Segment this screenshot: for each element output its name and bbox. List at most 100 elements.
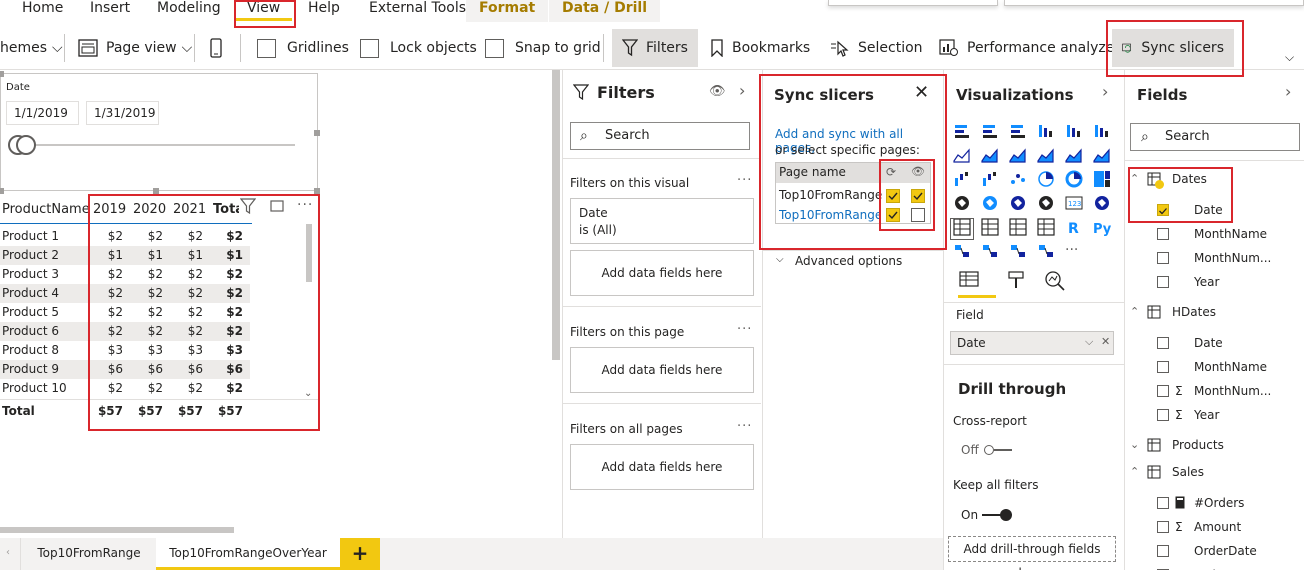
slicer-start-date[interactable]: 1/1/2019 [6,101,79,125]
slider-handle-end[interactable] [16,135,36,155]
field-name[interactable]: #Orders [1194,496,1244,510]
chevron-down-icon[interactable]: ⌵ [776,254,784,265]
remove-field-icon[interactable]: ✕ [1101,335,1110,348]
close-icon[interactable]: ✕ [914,82,929,103]
more-options-icon[interactable]: ··· [737,322,752,337]
field-checkbox[interactable] [1157,228,1169,240]
field-checkbox[interactable] [1157,204,1169,216]
table-row[interactable]: Product 6 $2 $2 $2 $2 [0,322,250,341]
resize-handle[interactable] [314,130,320,136]
more-options-icon[interactable]: ··· [1065,242,1083,260]
sync-checkbox[interactable] [886,189,900,203]
more-options-icon[interactable]: ··· [737,419,752,434]
bookmarks-button[interactable]: Bookmarks [710,36,810,60]
add-report-filter-well[interactable]: Add data fields here [570,444,754,490]
field-checkbox[interactable] [1157,497,1169,509]
key-influencers-icon[interactable] [953,242,971,260]
field-checkbox[interactable] [1157,276,1169,288]
line-chart-icon[interactable] [953,146,971,164]
tab-data-drill[interactable]: Data / Drill [549,0,660,22]
eye-icon[interactable]: 👁 [709,84,726,99]
filters-button[interactable]: Filters [612,29,698,67]
page-tab-top10fromrange[interactable]: Top10FromRange [22,538,156,570]
table-row[interactable]: Product 4 $2 $2 $2 $2 [0,284,250,303]
line-clustered-column-icon[interactable] [1065,146,1083,164]
tab-help[interactable]: Help [300,0,348,22]
resize-handle[interactable] [0,188,4,194]
r-visual-icon[interactable]: R [1065,218,1083,237]
collapse-pane-icon[interactable]: › [739,81,745,100]
lock-objects-checkbox[interactable]: Lock objects [360,36,477,60]
smart-narrative-icon[interactable] [1037,242,1055,260]
resize-handle[interactable] [314,188,320,194]
tab-home[interactable]: Home [14,0,71,22]
keep-filters-toggle[interactable] [982,508,1012,522]
table-name[interactable]: HDates [1172,305,1216,319]
advanced-options[interactable]: Advanced options [795,254,902,268]
add-page-filter-well[interactable]: Add data fields here [570,347,754,393]
line-column-icon[interactable] [1037,146,1055,164]
card-icon[interactable]: 123 [1065,194,1083,212]
snap-to-grid-checkbox[interactable]: Snap to grid [485,36,601,60]
ribbon-chart-icon[interactable] [1093,146,1111,164]
add-page-button[interactable]: + [340,538,380,570]
field-name[interactable]: MonthName [1194,360,1267,374]
gauge-icon[interactable] [1037,194,1055,212]
shape-map-icon[interactable] [1009,194,1027,212]
table-row[interactable]: Product 2 $1 $1 $1 $1 [0,246,250,265]
filter-card-date[interactable]: Date is (All) [570,198,754,244]
scroll-down-icon[interactable]: ⌄ [304,388,312,399]
more-options-icon[interactable]: ··· [737,173,752,188]
tab-format[interactable]: Format [466,0,549,22]
table-icon[interactable] [1009,218,1027,236]
map-icon[interactable] [953,194,971,212]
scroll-left-icon[interactable]: ‹ [6,547,10,558]
stacked-column-icon[interactable] [1037,122,1055,140]
field-checkbox[interactable] [1157,337,1169,349]
slicer-end-date[interactable]: 1/31/2019 [86,101,159,125]
table-row[interactable]: Product 9 $6 $6 $6 $6 [0,360,250,379]
donut-chart-icon[interactable] [1065,170,1083,188]
scrollbar-thumb[interactable] [306,224,312,282]
product-matrix[interactable]: ProductName 2019 2020 2021 Tota ··· Prod… [0,196,318,426]
page-view-button[interactable]: Page view ⌵ [78,36,192,60]
chevron-down-icon[interactable]: ⌵ [1085,335,1093,349]
funnel-icon[interactable] [981,170,999,188]
slicer-icon[interactable] [981,218,999,236]
stacked-100-column-icon[interactable] [1093,122,1111,140]
filter-icon[interactable] [239,198,258,216]
qa-icon[interactable] [1009,242,1027,260]
header-2020[interactable]: 2020 [133,200,166,220]
format-paintbrush-icon[interactable] [1006,270,1026,293]
mobile-layout-button[interactable] [210,36,230,60]
treemap-icon[interactable] [1093,170,1111,188]
header-2019[interactable]: 2019 [93,200,126,220]
chevron-down-icon[interactable]: ⌄ [1130,438,1139,451]
field-name[interactable]: Year [1194,275,1219,289]
ribbon-collapse-icon[interactable]: ⌵ [1285,50,1294,65]
field-name[interactable]: Date [1194,203,1223,217]
table-row[interactable]: Product 10 $2 $2 $2 $2 [0,379,250,398]
collapse-pane-icon[interactable]: › [1285,82,1291,101]
table-row[interactable]: Product 5 $2 $2 $2 $2 [0,303,250,322]
resize-handle[interactable] [0,71,4,77]
field-name[interactable]: MonthNum... [1194,384,1271,398]
resize-handle[interactable] [153,188,159,194]
table-row[interactable]: Product 8 $3 $3 $3 $3 [0,341,250,360]
fields-search-input[interactable]: Search [1130,123,1300,151]
sync-checkbox[interactable] [886,208,900,222]
table-row[interactable]: Product 1 $2 $2 $2 $2 [0,227,250,246]
clustered-bar-icon[interactable] [981,122,999,140]
table-name[interactable]: Dates [1172,172,1207,186]
field-checkbox[interactable] [1157,545,1169,557]
filled-map-icon[interactable] [981,194,999,212]
chevron-up-icon[interactable]: ⌃ [1130,465,1139,478]
area-chart-icon[interactable] [981,146,999,164]
tab-external-tools[interactable]: External Tools [361,0,474,22]
field-checkbox[interactable] [1157,409,1169,421]
waterfall-icon[interactable] [953,170,971,188]
field-name[interactable]: MonthName [1194,227,1267,241]
add-drill-through-well[interactable]: Add drill-through fields here [948,536,1116,570]
stacked-100-bar-icon[interactable] [1009,122,1027,140]
field-name[interactable]: Amount [1194,520,1241,534]
